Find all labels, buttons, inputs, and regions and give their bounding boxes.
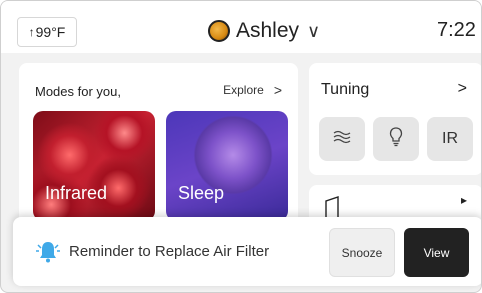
light-button[interactable] bbox=[373, 117, 419, 161]
mode-tile-label: Sleep bbox=[178, 183, 225, 203]
waves-button[interactable] bbox=[319, 117, 365, 161]
tuning-card[interactable]: Tuning > IR bbox=[309, 63, 481, 175]
user-switcher[interactable]: Ashley ∨ bbox=[208, 18, 320, 44]
lightbulb-icon bbox=[389, 126, 403, 152]
bell-icon bbox=[35, 239, 61, 270]
chevron-right-icon: > bbox=[273, 82, 282, 98]
snooze-button[interactable]: Snooze bbox=[329, 228, 395, 277]
mode-tile-label: Infrared bbox=[45, 183, 108, 203]
modes-title: Modes for you, bbox=[35, 84, 121, 99]
temperature-value: 99°F bbox=[35, 24, 66, 40]
explore-link[interactable]: Explore > bbox=[223, 82, 282, 98]
chevron-right-icon: > bbox=[457, 80, 467, 97]
chevron-right-icon: ▸ bbox=[460, 193, 467, 207]
waves-icon bbox=[332, 129, 352, 150]
chevron-down-icon: ∨ bbox=[307, 20, 321, 41]
clock: 7:22 bbox=[437, 19, 476, 41]
mode-tile-sleep[interactable]: Sleep bbox=[166, 111, 288, 221]
notification-banner: Reminder to Replace Air Filter Snooze Vi… bbox=[13, 217, 481, 286]
top-bar: ↑ 99°F Ashley ∨ 7:22 bbox=[1, 1, 481, 53]
notification-text: Reminder to Replace Air Filter bbox=[69, 243, 270, 260]
temperature-arrow-icon: ↑ bbox=[28, 25, 35, 39]
ir-button[interactable]: IR bbox=[427, 117, 473, 161]
temperature-chip[interactable]: ↑ 99°F bbox=[17, 17, 77, 47]
ir-label: IR bbox=[442, 130, 458, 147]
tuning-title: Tuning bbox=[321, 81, 370, 98]
view-button[interactable]: View bbox=[404, 228, 469, 277]
avatar bbox=[208, 20, 230, 42]
user-name: Ashley bbox=[236, 19, 300, 42]
explore-label: Explore bbox=[223, 83, 264, 97]
app-screen: ↑ 99°F Ashley ∨ 7:22 Modes for you, Expl… bbox=[0, 0, 482, 293]
mode-tile-infrared[interactable]: Infrared bbox=[33, 111, 155, 221]
